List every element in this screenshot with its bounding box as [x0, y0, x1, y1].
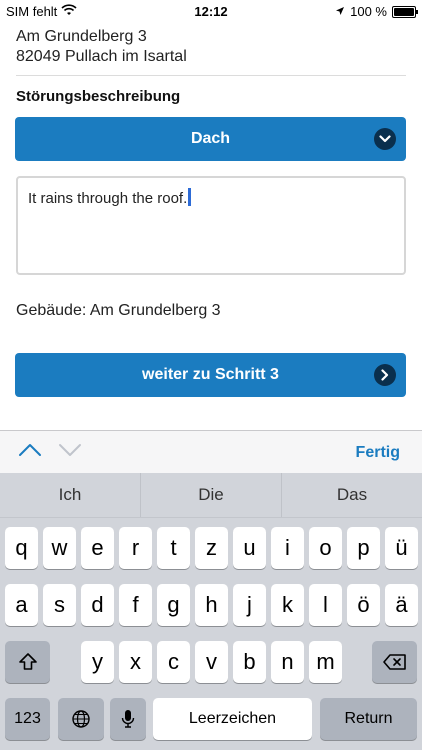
dropdown-value: Dach — [190, 130, 231, 147]
location-arrow-icon — [335, 4, 345, 19]
key-m[interactable]: m — [309, 641, 342, 683]
description-text: It rains through the roof. — [28, 190, 188, 207]
chevron-down-icon — [374, 128, 396, 150]
status-bar: SIM fehlt 12:12 100 % — [0, 0, 422, 22]
globe-key[interactable] — [58, 698, 104, 740]
numbers-key[interactable]: 123 — [5, 698, 50, 740]
battery-label: 100 % — [350, 4, 387, 19]
key-k[interactable]: k — [271, 584, 304, 626]
key-p[interactable]: p — [347, 527, 380, 569]
key-s[interactable]: s — [43, 584, 76, 626]
key-l[interactable]: l — [309, 584, 342, 626]
suggestion-item[interactable]: Ich — [0, 473, 141, 517]
key-e[interactable]: e — [81, 527, 114, 569]
shift-icon — [18, 653, 37, 670]
key-j[interactable]: j — [233, 584, 266, 626]
key-z[interactable]: z — [195, 527, 228, 569]
status-right: 100 % — [335, 4, 418, 19]
key-o[interactable]: o — [309, 527, 342, 569]
key-oe[interactable]: ö — [347, 584, 380, 626]
next-field-chevron-down-icon[interactable] — [58, 443, 82, 462]
key-x[interactable]: x — [119, 641, 152, 683]
backspace-key[interactable] — [372, 641, 417, 683]
key-c[interactable]: c — [157, 641, 190, 683]
building-label: Gebäude: Am Grundelberg 3 — [16, 302, 221, 319]
key-g[interactable]: g — [157, 584, 190, 626]
section-title: Störungsbeschreibung — [16, 88, 181, 105]
done-button[interactable]: Fertig — [356, 444, 400, 462]
key-ae[interactable]: ä — [385, 584, 418, 626]
suggestion-item[interactable]: Das — [282, 473, 422, 517]
key-i[interactable]: i — [271, 527, 304, 569]
key-r[interactable]: r — [119, 527, 152, 569]
space-key[interactable]: Leerzeichen — [153, 698, 312, 740]
backspace-icon — [382, 654, 406, 670]
previous-field-chevron-up-icon[interactable] — [18, 443, 42, 462]
next-step-label: weiter zu Schritt 3 — [142, 366, 279, 383]
keyboard-accessory-bar: Fertig — [0, 430, 422, 474]
suggestion-item[interactable]: Die — [141, 473, 282, 517]
address-line2: 82049 Pullach im Isartal — [16, 48, 187, 65]
keyboard: Ich Die Das q w e r t z u i o p ü a s d … — [0, 473, 422, 750]
key-y[interactable]: y — [81, 641, 114, 683]
description-textarea[interactable]: It rains through the roof. — [16, 176, 406, 275]
key-w[interactable]: w — [43, 527, 76, 569]
text-cursor — [188, 188, 192, 206]
key-a[interactable]: a — [5, 584, 38, 626]
key-f[interactable]: f — [119, 584, 152, 626]
battery-icon — [392, 5, 418, 18]
address-block: Am Grundelberg 3 82049 Pullach im Isarta… — [16, 27, 187, 67]
key-u[interactable]: u — [233, 527, 266, 569]
shift-key[interactable] — [5, 641, 50, 683]
return-key[interactable]: Return — [320, 698, 417, 740]
next-step-button[interactable]: weiter zu Schritt 3 — [15, 353, 406, 397]
key-q[interactable]: q — [5, 527, 38, 569]
suggestion-bar: Ich Die Das — [0, 473, 422, 518]
key-v[interactable]: v — [195, 641, 228, 683]
key-d[interactable]: d — [81, 584, 114, 626]
key-ue[interactable]: ü — [385, 527, 418, 569]
microphone-icon — [121, 710, 135, 728]
category-dropdown[interactable]: Dach — [15, 117, 406, 161]
divider — [16, 75, 406, 76]
key-b[interactable]: b — [233, 641, 266, 683]
microphone-key[interactable] — [110, 698, 146, 740]
key-t[interactable]: t — [157, 527, 190, 569]
address-line1: Am Grundelberg 3 — [16, 28, 147, 45]
key-h[interactable]: h — [195, 584, 228, 626]
key-n[interactable]: n — [271, 641, 304, 683]
globe-icon — [72, 710, 90, 728]
chevron-right-icon — [374, 364, 396, 386]
